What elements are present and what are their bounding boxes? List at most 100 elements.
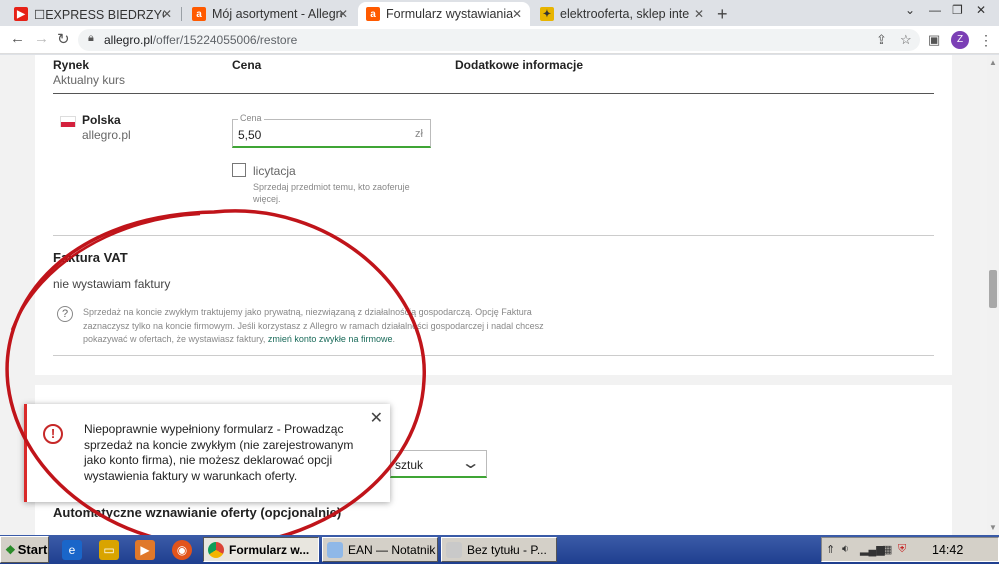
tab-label: Formularz wystawiania bbox=[386, 7, 514, 21]
tab-label: Mój asortyment - Allegro bbox=[212, 7, 342, 21]
page-scrollbar[interactable]: ▲ ▼ bbox=[987, 55, 999, 535]
taskbar-item-chrome[interactable]: Formularz w... bbox=[203, 537, 319, 562]
pricing-card: Rynek Aktualny kurs Cena Dodatkowe infor… bbox=[35, 55, 952, 375]
column-header-info: Dodatkowe informacje bbox=[455, 58, 584, 72]
window-close-icon[interactable]: ✕ bbox=[976, 3, 986, 17]
notepad-icon bbox=[327, 541, 343, 558]
os-taskbar: ❖ Start e ▭ ▶ ◉ Formularz w... EAN — Not… bbox=[0, 535, 999, 564]
profile-avatar[interactable]: Z bbox=[951, 31, 969, 49]
section-divider bbox=[53, 355, 934, 356]
market-name: Polska bbox=[82, 113, 121, 127]
network-icon[interactable]: ▦ bbox=[882, 543, 892, 556]
folder-icon[interactable]: ▭ bbox=[99, 540, 119, 560]
taskbar-item-notepad[interactable]: EAN — Notatnik bbox=[322, 537, 438, 562]
tab-strip: ▶ ☐EXPRESS BIEDRZYCKI ✕ a Mój asortyment… bbox=[0, 0, 999, 26]
back-arrow-icon[interactable]: ← bbox=[10, 30, 25, 47]
vat-value: nie wystawiam faktury bbox=[53, 277, 171, 291]
minimize-icon[interactable]: — bbox=[929, 3, 941, 17]
poland-flag-icon bbox=[60, 116, 76, 127]
scroll-down-icon[interactable]: ▼ bbox=[989, 523, 997, 532]
firefox-icon[interactable]: ◉ bbox=[172, 540, 192, 560]
auction-checkbox[interactable] bbox=[232, 163, 246, 177]
auction-label: licytacja bbox=[253, 164, 296, 178]
taskbar-item-label: Formularz w... bbox=[229, 542, 310, 557]
header-divider bbox=[53, 93, 934, 94]
error-message: Niepoprawnie wypełniony formularz - Prow… bbox=[84, 422, 354, 483]
forward-arrow-icon[interactable]: → bbox=[34, 30, 49, 47]
taskbar-item-paint[interactable]: Bez tytułu - P... bbox=[441, 537, 557, 562]
auction-hint-line-2: więcej. bbox=[253, 194, 281, 204]
close-icon[interactable]: ✕ bbox=[162, 7, 172, 21]
error-exclamation-icon: ! bbox=[43, 424, 63, 444]
column-header-price: Cena bbox=[232, 58, 262, 72]
tab-youtube[interactable]: ▶ ☐EXPRESS BIEDRZYCKI ✕ bbox=[6, 2, 180, 26]
share-icon[interactable]: ⇪ bbox=[876, 32, 887, 48]
system-tray: ⇑ 🔉︎ ▂▄▆ ▦ ⛨ 14:42 bbox=[821, 537, 999, 562]
auction-hint-line-1: Sprzedaj przedmiot temu, kto zaoferuje bbox=[253, 182, 410, 192]
vat-note-line-3: pokazywać w ofertach, że wystawiasz fakt… bbox=[83, 334, 268, 344]
shop-icon: ✦ bbox=[540, 7, 554, 21]
tab-separator bbox=[181, 7, 182, 21]
security-icon[interactable]: ⛨ bbox=[898, 543, 906, 556]
vat-section-title: Faktura VAT bbox=[53, 250, 128, 265]
scroll-up-icon[interactable]: ▲ bbox=[989, 58, 997, 67]
tab-my-assortment[interactable]: a Mój asortyment - Allegro ✕ bbox=[184, 2, 356, 26]
allegro-icon: a bbox=[366, 7, 380, 21]
allegro-icon: a bbox=[192, 7, 206, 21]
clock: 14:42 bbox=[932, 543, 964, 557]
market-site: allegro.pl bbox=[82, 128, 131, 142]
bookmark-star-icon[interactable]: ☆ bbox=[900, 32, 912, 48]
tab-listing-form[interactable]: a Formularz wystawiania ✕ bbox=[358, 2, 530, 26]
price-input[interactable]: Cena 5,50 zł bbox=[232, 113, 431, 148]
windows-logo-icon: ❖ bbox=[5, 542, 16, 557]
column-header-market: Rynek bbox=[53, 58, 90, 72]
volume-icon[interactable]: 🔉︎ bbox=[842, 543, 849, 556]
help-question-icon: ? bbox=[57, 306, 73, 322]
browser-toolbar: ← → ↻ 🔒︎ allegro.pl/offer/15224055006/re… bbox=[0, 26, 999, 54]
quantity-unit-select[interactable]: sztuk ⌄ bbox=[390, 450, 487, 478]
url-host: allegro.pl bbox=[104, 33, 153, 47]
tab-label: elektrooferta, sklep inter bbox=[560, 7, 690, 21]
youtube-icon: ▶ bbox=[14, 7, 28, 21]
close-icon[interactable]: ✕ bbox=[694, 7, 704, 21]
start-button[interactable]: ❖ Start bbox=[0, 536, 49, 563]
url-path: /offer/15224055006/restore bbox=[152, 33, 298, 47]
vat-note-line-1: Sprzedaż na koncie zwykłym traktujemy ja… bbox=[83, 307, 532, 317]
internet-explorer-icon[interactable]: e bbox=[62, 540, 82, 560]
restore-icon[interactable]: ❐ bbox=[952, 3, 963, 17]
paint-icon bbox=[446, 541, 462, 558]
start-label: Start bbox=[17, 542, 48, 557]
side-panel-icon[interactable]: ▣ bbox=[928, 32, 940, 48]
close-icon[interactable]: ✕ bbox=[338, 7, 348, 21]
vat-note-end: . bbox=[392, 334, 395, 344]
price-input-value: 5,50 bbox=[238, 128, 262, 142]
vat-note: Sprzedaż na koncie zwykłym traktujemy ja… bbox=[83, 306, 583, 347]
scroll-thumb[interactable] bbox=[989, 270, 997, 308]
auto-resume-title: Automatyczne wznawianie oferty (opcjonal… bbox=[53, 505, 342, 520]
media-player-icon[interactable]: ▶ bbox=[135, 540, 155, 560]
signal-icon[interactable]: ▂▄▆ bbox=[860, 543, 885, 556]
reload-icon[interactable]: ↻ bbox=[57, 30, 70, 48]
column-subheader-rate: Aktualny kurs bbox=[53, 73, 126, 87]
taskbar-item-label: Bez tytułu - P... bbox=[467, 542, 547, 557]
section-divider bbox=[53, 235, 934, 236]
chevron-down-icon: ⌄ bbox=[460, 455, 481, 472]
quantity-unit-value: sztuk bbox=[395, 458, 424, 472]
chrome-icon bbox=[208, 541, 224, 558]
tray-expand-icon[interactable]: ⇑ bbox=[826, 543, 835, 556]
tab-label: ☐EXPRESS BIEDRZYCKI bbox=[34, 7, 164, 22]
new-tab-icon[interactable]: + bbox=[717, 4, 728, 25]
vat-note-line-2: zaznaczysz tylko na koncie firmowym. Jeś… bbox=[83, 320, 544, 331]
error-toast: ! Niepoprawnie wypełniony formularz - Pr… bbox=[24, 404, 390, 502]
kebab-menu-icon[interactable]: ⋮ bbox=[979, 32, 993, 49]
currency-label: zł bbox=[415, 128, 423, 140]
change-account-link[interactable]: zmień konto zwykłe na firmowe bbox=[268, 334, 393, 344]
taskbar-item-label: EAN — Notatnik bbox=[348, 542, 436, 557]
close-icon[interactable]: ✕ bbox=[512, 7, 522, 21]
close-icon[interactable]: ✕ bbox=[370, 408, 383, 428]
tab-search-chevron-icon[interactable]: ⌄ bbox=[905, 3, 915, 17]
tab-elektrooferta[interactable]: ✦ elektrooferta, sklep inter ✕ bbox=[532, 2, 712, 26]
lock-icon: 🔒︎ bbox=[88, 32, 94, 44]
address-bar[interactable]: 🔒︎ allegro.pl/offer/15224055006/restore … bbox=[78, 29, 920, 51]
price-input-label: Cena bbox=[238, 113, 264, 123]
